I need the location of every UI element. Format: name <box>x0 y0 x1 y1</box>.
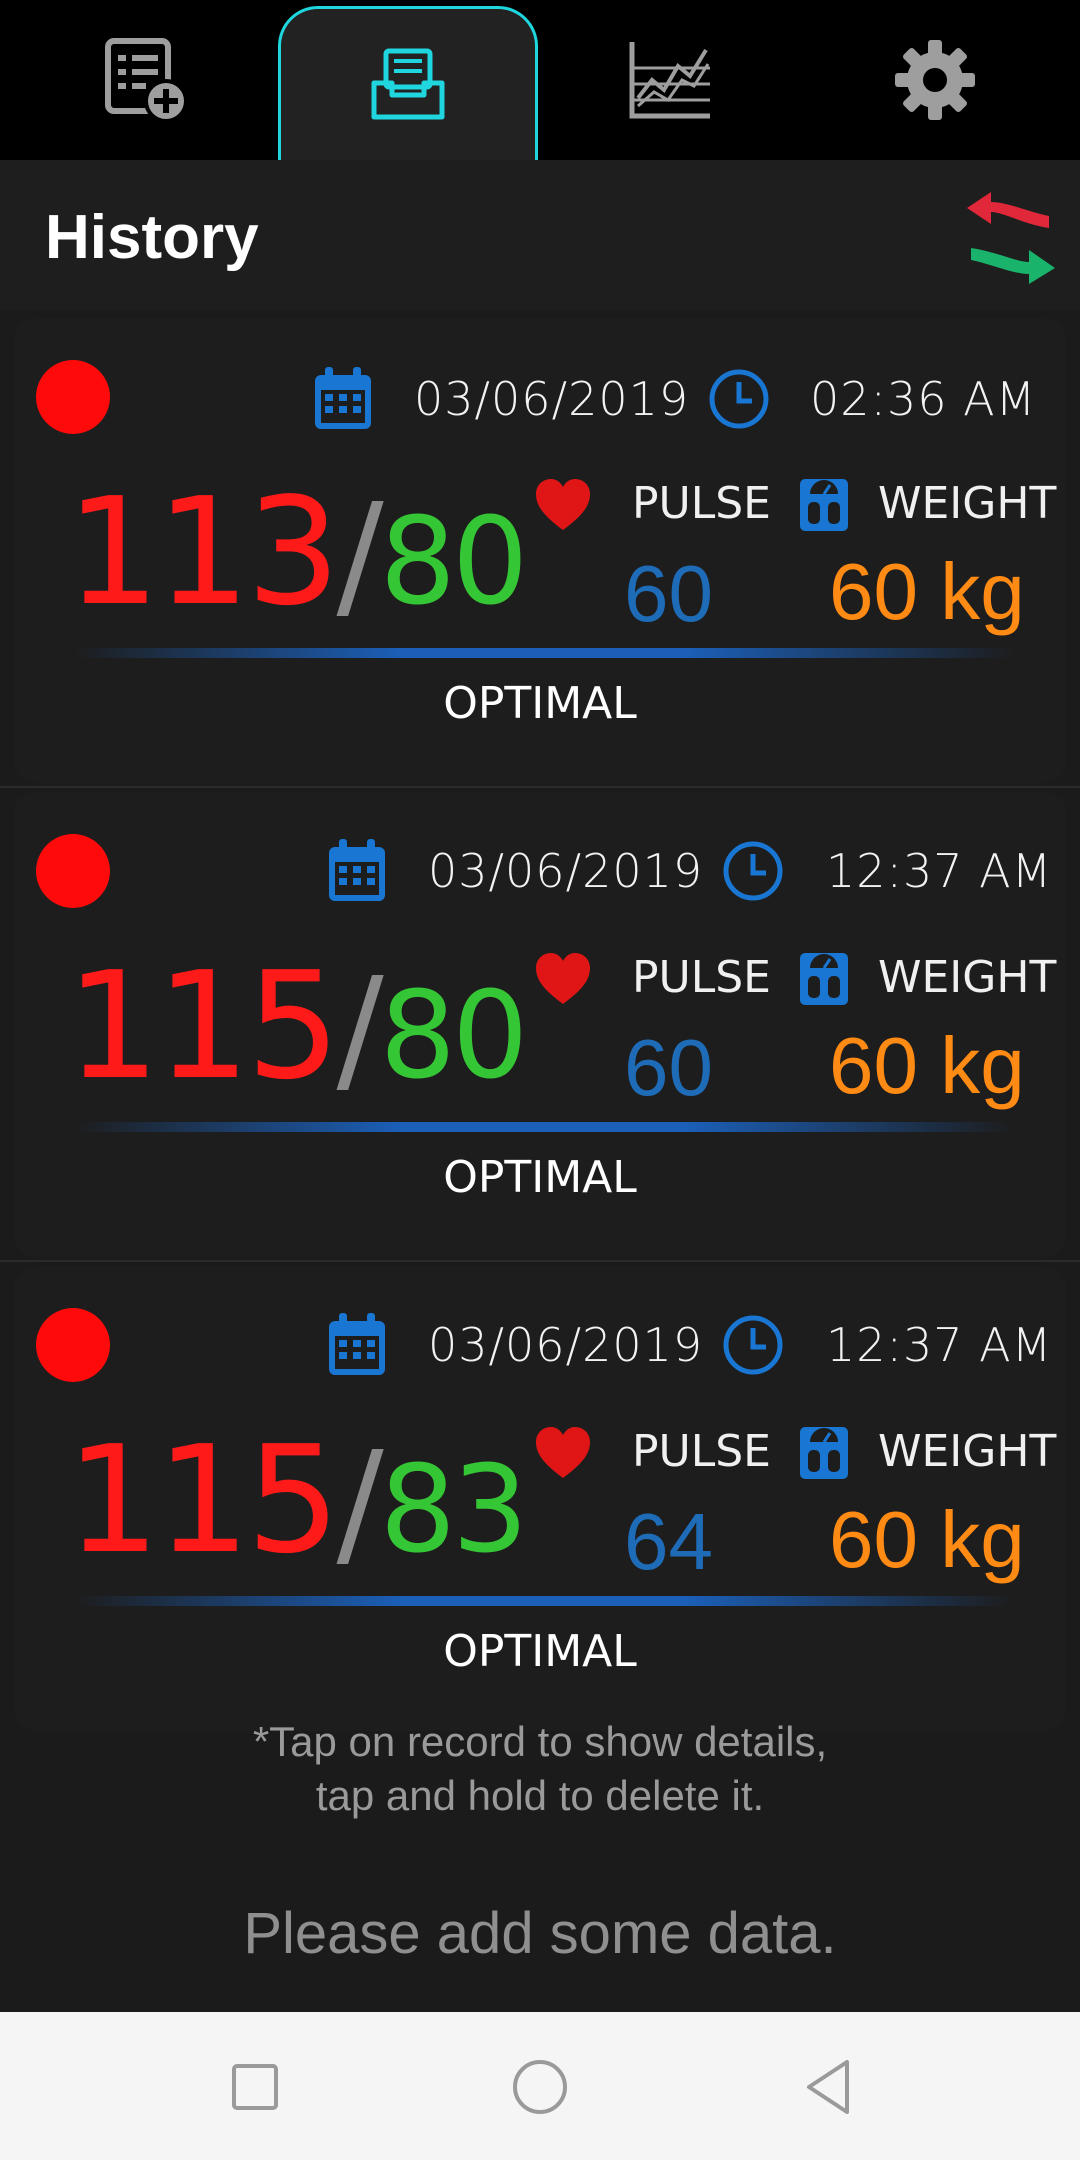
blood-pressure-value: 113/80 <box>66 478 528 626</box>
status-dot <box>36 360 110 434</box>
chart-icon <box>629 42 710 119</box>
usage-hint: *Tap on record to show details, tap and … <box>0 1715 1080 1823</box>
tab-add-record[interactable] <box>60 0 230 160</box>
tab-settings[interactable] <box>855 0 1015 160</box>
weight-scale-icon <box>800 1427 848 1479</box>
record-date: 03/06/2019 <box>428 844 704 898</box>
weight-label: WEIGHT <box>878 478 1057 529</box>
heart-icon <box>536 479 590 530</box>
weight-scale-icon <box>800 953 848 1005</box>
clock-icon <box>709 369 769 429</box>
pulse-label: PULSE <box>632 1426 771 1477</box>
recent-apps-icon[interactable] <box>220 2052 290 2122</box>
clock-icon <box>723 841 783 901</box>
header: History <box>0 160 1080 310</box>
record-time: 12:37 AM <box>826 1318 1053 1372</box>
history-record[interactable]: 03/06/2019 12:37 AM 115/83 PULSE WEIGHT … <box>14 1266 1066 1731</box>
tab-charts[interactable] <box>590 0 750 160</box>
pulse-label: PULSE <box>632 952 771 1003</box>
clock-icon <box>723 1315 783 1375</box>
diastolic-value: 80 <box>379 493 529 632</box>
record-date: 03/06/2019 <box>414 372 690 426</box>
diastolic-value: 80 <box>379 967 529 1106</box>
bp-category: OPTIMAL <box>443 678 637 729</box>
home-icon[interactable] <box>505 2052 575 2122</box>
pulse-value: 64 <box>624 1497 713 1586</box>
weight-label: WEIGHT <box>878 952 1057 1003</box>
record-time: 02:36 AM <box>810 372 1037 426</box>
history-inbox-icon <box>371 48 445 119</box>
bp-separator: / <box>336 948 384 1111</box>
bp-category: OPTIMAL <box>443 1152 637 1203</box>
heart-icon <box>536 1427 590 1478</box>
hint-line-2: tap and hold to delete it. <box>315 1772 765 1819</box>
systolic-value: 113 <box>66 466 340 638</box>
diastolic-value: 83 <box>379 1441 529 1580</box>
calendar-icon <box>315 367 371 429</box>
bp-category: OPTIMAL <box>443 1626 637 1677</box>
swap-sort-button[interactable] <box>963 190 1058 285</box>
weight-scale-icon <box>800 479 848 531</box>
pulse-value: 60 <box>624 549 713 638</box>
blood-pressure-value: 115/83 <box>66 1426 528 1574</box>
history-record[interactable]: 03/06/2019 12:37 AM 115/80 PULSE WEIGHT … <box>14 792 1066 1257</box>
status-dot <box>36 1308 110 1382</box>
pulse-value: 60 <box>624 1023 713 1112</box>
pulse-label: PULSE <box>632 478 771 529</box>
heart-icon <box>536 953 590 1004</box>
status-dot <box>36 834 110 908</box>
page-title: History <box>45 203 259 272</box>
blood-pressure-value: 115/80 <box>66 952 528 1100</box>
swap-arrows-icon <box>967 192 1055 284</box>
hint-line-1: *Tap on record to show details, <box>252 1718 828 1765</box>
settings-gear-icon <box>895 40 975 120</box>
weight-value: 60 kg <box>829 547 1025 636</box>
history-record[interactable]: 03/06/2019 02:36 AM 113/80 PULSE WEIGHT … <box>14 318 1066 783</box>
empty-message: Please add some data. <box>243 1901 837 1966</box>
top-tab-bar <box>0 0 1080 160</box>
bp-separator: / <box>336 1422 384 1585</box>
tab-history[interactable] <box>278 6 538 160</box>
weight-label: WEIGHT <box>878 1426 1057 1477</box>
divider <box>0 1260 1080 1262</box>
weight-value: 60 kg <box>829 1021 1025 1110</box>
category-divider <box>74 1596 1014 1606</box>
add-record-icon <box>105 38 188 123</box>
record-date: 03/06/2019 <box>428 1318 704 1372</box>
system-nav-bar <box>0 2012 1080 2160</box>
record-time: 12:37 AM <box>826 844 1053 898</box>
divider <box>0 786 1080 788</box>
systolic-value: 115 <box>66 1414 340 1586</box>
calendar-icon <box>329 1313 385 1375</box>
weight-value: 60 kg <box>829 1495 1025 1584</box>
category-divider <box>74 648 1014 658</box>
calendar-icon <box>329 839 385 901</box>
systolic-value: 115 <box>66 940 340 1112</box>
category-divider <box>74 1122 1014 1132</box>
back-icon[interactable] <box>795 2052 865 2122</box>
bp-separator: / <box>336 474 384 637</box>
